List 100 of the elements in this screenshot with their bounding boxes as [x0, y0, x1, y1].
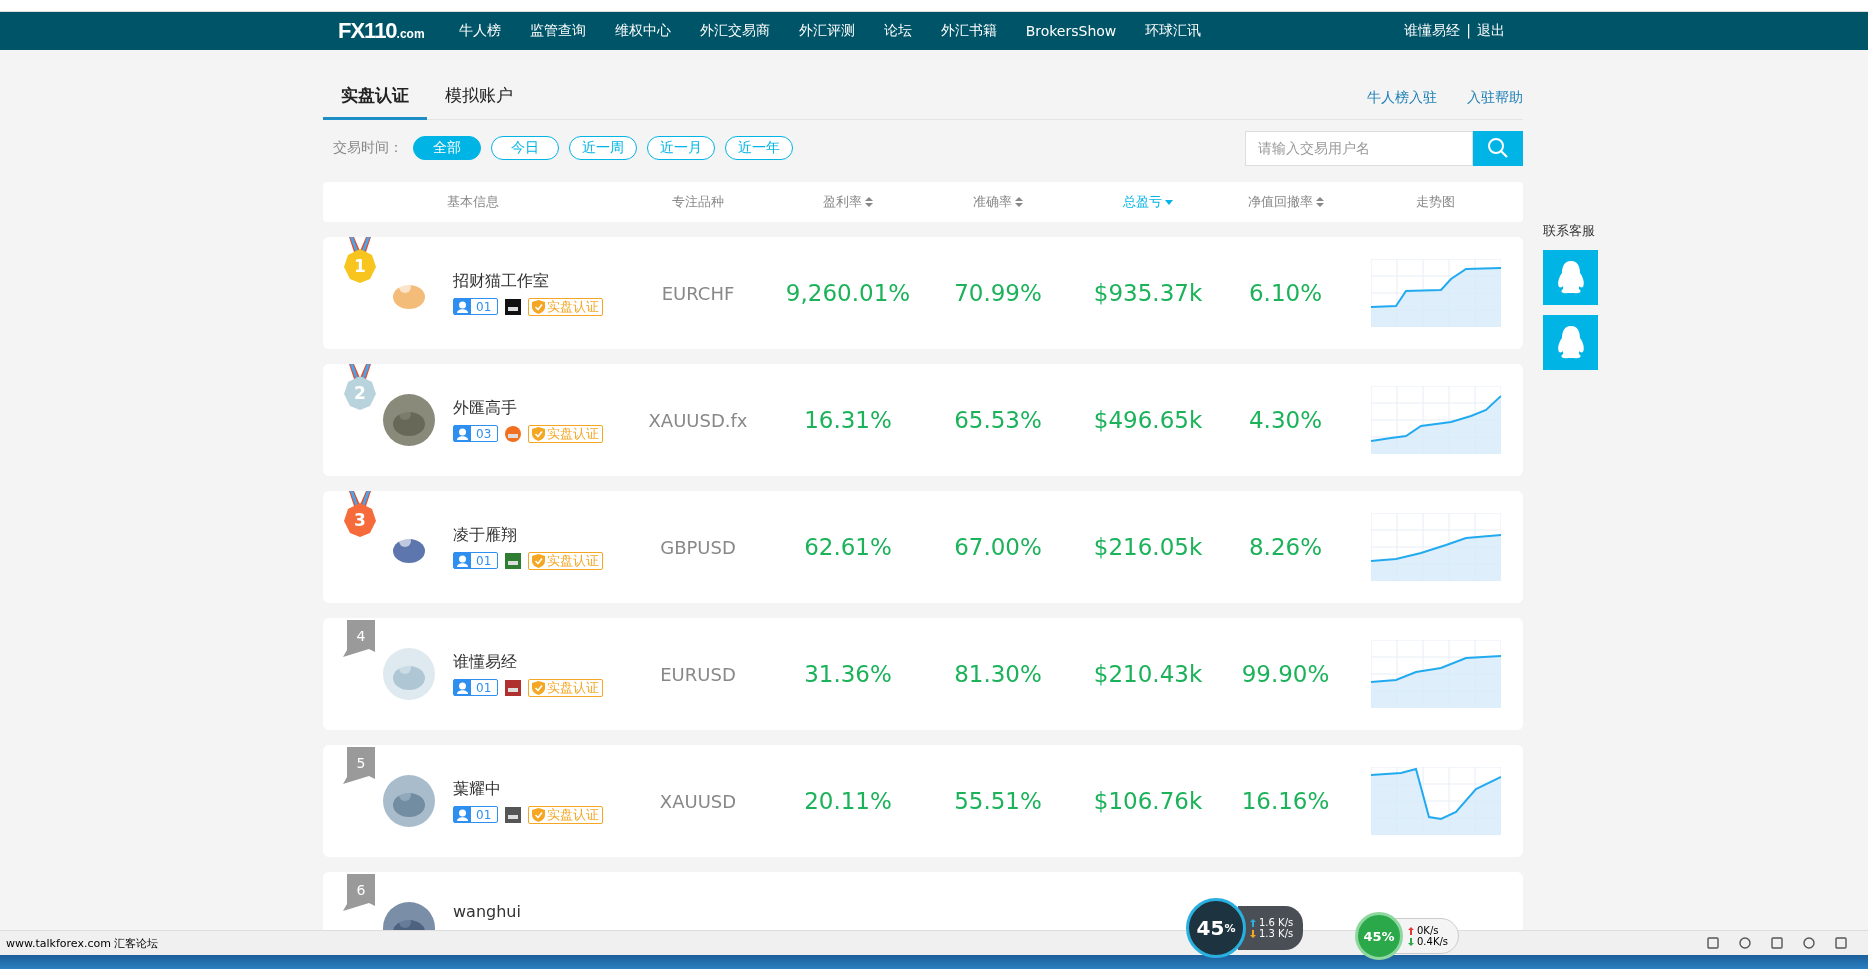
- download-speed: 0.4K/s: [1417, 936, 1449, 947]
- account-count-badge: 01: [453, 552, 499, 569]
- search-field[interactable]: 请输入交易用户名: [1245, 130, 1473, 166]
- trader-card[interactable]: 4 谁懂易经 01 实盘认证 EURUSD 31.36% 81.30% $210.43k 99.90%: [323, 618, 1523, 730]
- logout-link[interactable]: 退出: [1477, 22, 1505, 40]
- account-count-badge: 01: [453, 298, 499, 315]
- filter-label: 交易时间：: [333, 139, 403, 157]
- shield-check-icon: [532, 299, 546, 314]
- trader-card[interactable]: 3 凌于雁翔 01 实盘认证 GBPUSD 62.61% 67.00% $216.05k 8.26%: [323, 491, 1523, 603]
- drawdown-rate: 8.26%: [1247, 534, 1324, 560]
- nav-link[interactable]: 外汇交易商: [699, 22, 770, 40]
- product-symbol: EURUSD: [659, 663, 737, 685]
- upload-speed: 1.6 K/s: [1259, 917, 1294, 928]
- rank-medal: 1: [341, 237, 379, 285]
- shield-check-icon: [532, 553, 546, 568]
- trader-name[interactable]: 招财猫工作室: [453, 270, 623, 292]
- sort-down-icon[interactable]: [1165, 197, 1173, 207]
- tray-icon[interactable]: [1802, 936, 1816, 950]
- nav-link[interactable]: BrokersShow: [1025, 23, 1117, 39]
- trader-name[interactable]: 外匯高手: [453, 397, 623, 419]
- rank-medal: 3: [341, 491, 379, 539]
- trader-card[interactable]: 1 招财猫工作室 01 实盘认证 EURCHF 9,260.01% 70.99% $935.37k 6.10%: [323, 237, 1523, 349]
- drawdown-rate: 6.10%: [1247, 280, 1324, 306]
- sort-icon[interactable]: [1315, 197, 1324, 207]
- nav-link[interactable]: 外汇书籍: [940, 22, 997, 40]
- profit-rate: 16.31%: [803, 407, 893, 433]
- trader-name[interactable]: wanghui: [453, 902, 623, 921]
- tray-icon[interactable]: [1834, 936, 1848, 950]
- profit-rate: 31.36%: [803, 661, 893, 687]
- product-symbol: EURCHF: [660, 282, 736, 304]
- column-header[interactable]: 净值回撤率: [1247, 193, 1324, 211]
- sort-icon[interactable]: [1015, 197, 1023, 207]
- accuracy-rate: 81.30%: [953, 661, 1043, 687]
- total-profit: $210.43k: [1092, 661, 1204, 687]
- nav-link[interactable]: 论坛: [883, 22, 912, 40]
- avatar: [383, 775, 435, 827]
- account-count-badge: 01: [453, 679, 499, 696]
- sort-icon[interactable]: [865, 197, 873, 207]
- trader-name[interactable]: 葉耀中: [453, 778, 623, 800]
- total-profit: $106.76k: [1092, 788, 1204, 814]
- shield-check-icon: [532, 680, 546, 695]
- certified-badge: 实盘认证: [528, 551, 604, 570]
- separator: |: [1466, 22, 1471, 40]
- tray-icon[interactable]: [1770, 936, 1784, 950]
- profit-rate: 9,260.01%: [784, 280, 912, 306]
- shield-check-icon: [532, 807, 546, 822]
- trader-name[interactable]: 谁懂易经: [453, 651, 623, 673]
- accuracy-rate: 55.51%: [953, 788, 1043, 814]
- header-link[interactable]: 入驻帮助: [1467, 89, 1523, 119]
- column-header[interactable]: 盈利率: [823, 193, 873, 211]
- product-symbol: XAUUSD: [658, 790, 738, 812]
- header-link[interactable]: 牛人榜入驻: [1367, 89, 1437, 119]
- total-profit: $935.37k: [1092, 280, 1204, 306]
- nav-link[interactable]: 外汇评测: [798, 22, 855, 40]
- certified-badge: 实盘认证: [528, 297, 604, 316]
- trader-card[interactable]: 2 外匯高手 03 实盘认证 XAUUSD.fx 16.31% 65.53% $496.65k 4.30%: [323, 364, 1523, 476]
- shield-check-icon: [532, 426, 546, 441]
- drawdown-rate: 99.90%: [1240, 661, 1331, 687]
- product-symbol: GBPUSD: [659, 536, 737, 558]
- trader-name[interactable]: 凌于雁翔: [453, 524, 623, 546]
- column-header: 专注品种: [672, 193, 724, 211]
- tab[interactable]: 实盘认证: [323, 84, 427, 120]
- site-logo[interactable]: FX110.com: [338, 18, 425, 44]
- rank-ribbon: 5: [341, 747, 377, 787]
- user-icon: [457, 681, 468, 694]
- tray-icon[interactable]: [1738, 936, 1752, 950]
- avatar: [383, 648, 435, 700]
- broker-icon: [504, 805, 523, 824]
- broker-icon: [504, 424, 523, 443]
- service-title: 联系客服: [1543, 222, 1596, 240]
- download-speed: 1.3 K/s: [1259, 928, 1294, 939]
- user-icon: [457, 427, 468, 440]
- broker-icon: [504, 678, 523, 697]
- broker-icon: [504, 297, 523, 316]
- nav-link[interactable]: 维权中心: [614, 22, 671, 40]
- qq-button[interactable]: [1543, 315, 1598, 370]
- rank-ribbon: 4: [341, 620, 377, 660]
- column-header[interactable]: 准确率: [973, 193, 1023, 211]
- column-header: 走势图: [1416, 193, 1455, 211]
- nav-link[interactable]: 监管查询: [529, 22, 586, 40]
- search-button[interactable]: [1473, 130, 1523, 166]
- profit-rate: 20.11%: [803, 788, 893, 814]
- tray-icon[interactable]: [1706, 936, 1720, 950]
- user-icon: [457, 808, 468, 821]
- down-arrow-icon: [1408, 937, 1414, 946]
- qq-button[interactable]: [1543, 250, 1598, 305]
- total-profit: $496.65k: [1092, 407, 1204, 433]
- accuracy-rate: 67.00%: [953, 534, 1043, 560]
- nav-link[interactable]: 牛人榜: [458, 22, 501, 40]
- down-arrow-icon: [1250, 929, 1256, 938]
- certified-badge: 实盘认证: [528, 678, 604, 697]
- rank-ribbon: 6: [341, 874, 377, 914]
- username-link[interactable]: 谁懂易经: [1404, 22, 1461, 40]
- nav-link[interactable]: 环球汇讯: [1145, 22, 1202, 40]
- rank-medal: 2: [341, 364, 379, 412]
- up-arrow-icon: [1408, 926, 1414, 935]
- account-count-badge: 03: [453, 425, 499, 442]
- trader-card[interactable]: 5 葉耀中 01 实盘认证 XAUUSD 20.11% 55.51% $106.76k 16.16%: [323, 745, 1523, 857]
- drawdown-rate: 4.30%: [1247, 407, 1324, 433]
- tab[interactable]: 模拟账户: [427, 84, 531, 120]
